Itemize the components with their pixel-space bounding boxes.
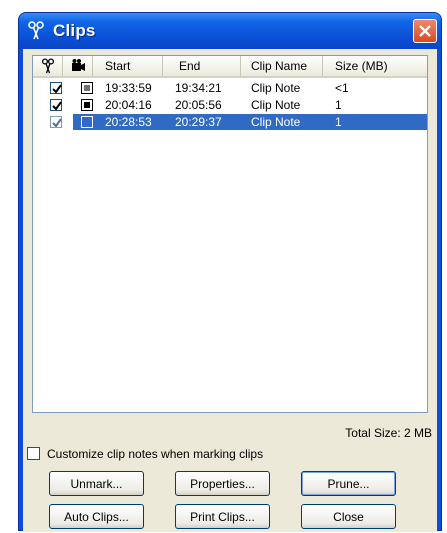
total-size-label: Total Size: 2 MB (345, 426, 432, 440)
clips-window: Clips Start End Clip Name Size (MB) 19:3… (18, 12, 442, 532)
cell-end: 20:05:56 (175, 98, 222, 112)
camera-icon (72, 59, 85, 71)
table-row[interactable]: 20:04:16 20:05:56 Clip Note 1 (33, 97, 427, 113)
row-cells: 20:04:16 20:05:56 Clip Note 1 (79, 97, 427, 113)
column-start[interactable]: Start (93, 56, 163, 76)
list-header: Start End Clip Name Size (MB) (33, 56, 427, 78)
cell-end: 19:34:21 (175, 81, 222, 95)
cell-end: 20:29:37 (175, 115, 222, 129)
close-window-button[interactable] (413, 19, 437, 43)
row-cells: 19:33:59 19:34:21 Clip Note <1 (79, 80, 427, 96)
customize-checkbox[interactable] (27, 447, 40, 460)
row-cells: 20:28:53 20:29:37 Clip Note 1 (73, 114, 427, 130)
clips-list[interactable]: Start End Clip Name Size (MB) 19:33:59 1… (32, 55, 428, 413)
unmark-button[interactable]: Unmark... (49, 471, 144, 496)
cell-size: 1 (335, 115, 342, 129)
cell-clip-name: Clip Note (251, 81, 301, 95)
mark-checkbox[interactable] (50, 82, 62, 94)
cell-clip-name: Clip Note (251, 98, 301, 112)
mark-checkbox[interactable] (50, 99, 62, 111)
column-clip-name[interactable]: Clip Name (241, 56, 323, 76)
cell-clip-name: Clip Note (251, 115, 301, 129)
print-clips-button[interactable]: Print Clips... (175, 504, 270, 529)
prune-button[interactable]: Prune... (301, 471, 396, 496)
title-bar[interactable]: Clips (19, 13, 441, 49)
close-button[interactable]: Close (301, 504, 396, 529)
checkmark-icon (52, 101, 62, 111)
scissors-icon (41, 58, 55, 74)
table-row[interactable]: 19:33:59 19:34:21 Clip Note <1 (33, 80, 427, 96)
cell-size: <1 (335, 81, 349, 95)
dialog-body: Start End Clip Name Size (MB) 19:33:59 1… (23, 49, 437, 532)
checkmark-icon (52, 84, 62, 94)
window-title: Clips (53, 21, 96, 40)
column-mark[interactable] (33, 56, 63, 76)
customize-label: Customize clip notes when marking clips (47, 447, 264, 461)
mark-checkbox[interactable] (50, 116, 62, 128)
clip-state-icon[interactable] (81, 116, 93, 128)
column-clip[interactable] (63, 56, 93, 76)
cell-size: 1 (335, 98, 342, 112)
scissors-icon (27, 21, 45, 41)
column-size[interactable]: Size (MB) (323, 56, 427, 76)
properties-button[interactable]: Properties... (175, 471, 270, 496)
checkmark-icon (52, 118, 62, 128)
table-row-selected[interactable]: 20:28:53 20:29:37 Clip Note 1 (33, 114, 427, 130)
auto-clips-button[interactable]: Auto Clips... (49, 504, 144, 529)
column-end[interactable]: End (163, 56, 241, 76)
close-icon (419, 25, 431, 37)
cell-start: 19:33:59 (105, 81, 152, 95)
cell-start: 20:28:53 (105, 115, 152, 129)
cell-start: 20:04:16 (105, 98, 152, 112)
